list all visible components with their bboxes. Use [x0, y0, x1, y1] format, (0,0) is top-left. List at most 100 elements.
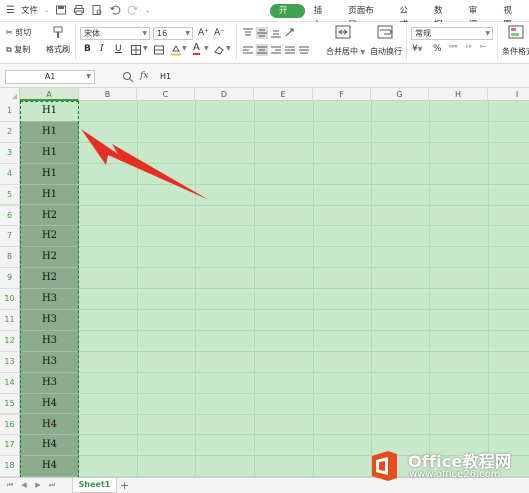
cell-a3[interactable]: H1	[20, 143, 79, 164]
row-header-1[interactable]: 1	[0, 101, 20, 122]
justify-icon[interactable]	[284, 44, 296, 56]
underline-button[interactable]: U	[115, 44, 122, 54]
italic-button[interactable]: I	[100, 44, 104, 54]
decrease-decimal-icon[interactable]: ⁰⁻	[480, 44, 487, 52]
row-header-16[interactable]: 16	[0, 414, 20, 436]
decrease-font-icon[interactable]: A⁻	[214, 28, 225, 38]
clear-icon[interactable]	[213, 44, 225, 56]
number-format-select[interactable]: 常规 ▼	[411, 27, 493, 40]
chevron-down-icon[interactable]: ⌄	[44, 7, 49, 14]
increase-decimal-icon[interactable]: ⁺⁰	[465, 44, 472, 52]
column-header-c[interactable]: C	[137, 88, 195, 101]
format-painter-icon[interactable]	[51, 26, 65, 40]
column-header-i[interactable]: I	[488, 88, 529, 101]
cell-a18[interactable]: H4	[20, 456, 79, 477]
cell-a6[interactable]: H2	[20, 206, 79, 227]
column-header-d[interactable]: D	[195, 88, 254, 101]
column-header-e[interactable]: E	[254, 88, 313, 101]
tab-insert[interactable]: 插入	[305, 4, 340, 30]
row-header-2[interactable]: 2	[0, 121, 20, 143]
cell-a8[interactable]: H2	[20, 247, 79, 269]
row-header-3[interactable]: 3	[0, 142, 20, 164]
font-color-button[interactable]: A	[193, 43, 200, 55]
distribute-icon[interactable]	[298, 44, 310, 56]
cell-a9[interactable]: H2	[20, 268, 79, 290]
cell-a16[interactable]: H4	[20, 415, 79, 436]
row-header-8[interactable]: 8	[0, 247, 20, 269]
row-header-11[interactable]: 11	[0, 310, 20, 331]
tab-data[interactable]: 数据	[425, 4, 460, 30]
row-header-14[interactable]: 14	[0, 372, 20, 394]
chevron-down-icon[interactable]: ▼	[182, 45, 187, 52]
cell-a14[interactable]: H3	[20, 373, 79, 394]
merge-cells-small-icon[interactable]	[153, 44, 165, 56]
cell-a7[interactable]: H2	[20, 226, 79, 248]
row-header-10[interactable]: 10	[0, 289, 20, 310]
column-header-h[interactable]: H	[429, 88, 488, 101]
align-right-icon[interactable]	[270, 44, 282, 56]
merge-center-button[interactable]: 合并居中 ▼	[326, 46, 365, 57]
cell-a17[interactable]: H4	[20, 435, 79, 457]
column-header-b[interactable]: B	[79, 88, 137, 101]
cut-button[interactable]: ✂ 剪切	[6, 27, 31, 38]
bold-button[interactable]: B	[84, 44, 91, 54]
redo-icon[interactable]	[127, 4, 139, 16]
row-header-17[interactable]: 17	[0, 435, 20, 457]
fill-color-icon[interactable]	[170, 44, 182, 56]
prev-sheet-icon[interactable]: ◀	[20, 481, 28, 490]
borders-icon[interactable]	[130, 44, 142, 56]
select-all-corner[interactable]	[0, 88, 20, 101]
row-header-13[interactable]: 13	[0, 351, 20, 373]
zoom-search-icon[interactable]	[122, 71, 134, 83]
format-painter-button[interactable]: 格式刷	[46, 44, 70, 55]
sheet-tab-sheet1[interactable]: Sheet1	[72, 478, 117, 493]
insert-function-button[interactable]: fx	[140, 71, 148, 81]
font-size-select[interactable]: 16 ▼	[153, 27, 193, 40]
customize-chevron-icon[interactable]: ⌄	[145, 7, 150, 14]
row-header-9[interactable]: 9	[0, 268, 20, 290]
cell-a11[interactable]: H3	[20, 310, 79, 331]
add-sheet-button[interactable]: +	[120, 479, 129, 492]
align-middle-icon[interactable]	[256, 27, 268, 39]
file-menu[interactable]: 文件	[21, 4, 38, 16]
tab-page-layout[interactable]: 页面布局	[339, 4, 390, 30]
row-header-12[interactable]: 12	[0, 330, 20, 352]
column-header-f[interactable]: F	[313, 88, 371, 101]
conditional-format-icon[interactable]	[508, 25, 524, 39]
cell-a10[interactable]: H3	[20, 289, 79, 310]
font-name-select[interactable]: 宋体 ▼	[80, 27, 150, 40]
cell-a5[interactable]: H1	[20, 185, 79, 206]
text-direction-icon[interactable]	[284, 27, 296, 39]
cell-a2[interactable]: H1	[20, 122, 79, 143]
tab-formulas[interactable]: 公式	[390, 4, 425, 30]
row-header-18[interactable]: 18	[0, 456, 20, 477]
tab-review[interactable]: 审阅	[460, 4, 495, 30]
name-box[interactable]: A1 ▼	[5, 70, 95, 84]
currency-button[interactable]: ¥▼	[412, 44, 422, 54]
hamburger-menu-icon[interactable]: ☰	[6, 5, 15, 16]
thousands-icon[interactable]: ⁰⁰⁰	[449, 44, 457, 52]
cell-a15[interactable]: H4	[20, 394, 79, 415]
open-icon[interactable]	[55, 4, 67, 16]
cell-a12[interactable]: H3	[20, 331, 79, 352]
cell-a4[interactable]: H1	[20, 164, 79, 185]
increase-font-icon[interactable]: A⁺	[198, 28, 209, 38]
row-header-5[interactable]: 5	[0, 184, 20, 206]
align-bottom-icon[interactable]	[270, 27, 282, 39]
wrap-text-icon[interactable]	[377, 25, 393, 39]
undo-icon[interactable]	[109, 4, 121, 16]
next-sheet-icon[interactable]: ▶	[34, 481, 42, 490]
column-header-g[interactable]: G	[371, 88, 429, 101]
align-top-icon[interactable]	[242, 27, 254, 39]
chevron-down-icon[interactable]: ▼	[226, 45, 231, 52]
worksheet-grid[interactable]: A B C D E F G H I H1 H1 H1 H1 H1 H2 H2 H2 H2 H3 H3…	[0, 88, 529, 477]
first-sheet-icon[interactable]: ⏮	[6, 481, 14, 490]
cell-a13[interactable]: H3	[20, 352, 79, 373]
merge-center-icon[interactable]	[335, 25, 351, 39]
print-icon[interactable]	[73, 4, 85, 16]
tab-view[interactable]: 视图	[494, 4, 529, 30]
row-header-4[interactable]: 4	[0, 163, 20, 185]
last-sheet-icon[interactable]: ⏭	[48, 481, 56, 490]
percent-button[interactable]: %	[433, 44, 442, 54]
cell-area[interactable]	[20, 101, 529, 477]
